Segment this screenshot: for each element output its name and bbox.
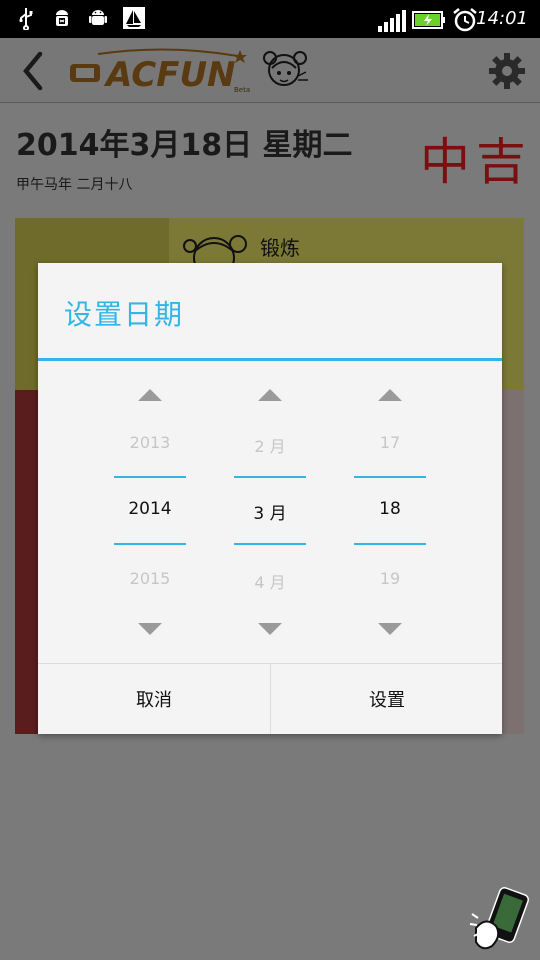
selection-line	[234, 476, 306, 478]
settings-gear-icon[interactable]	[488, 52, 526, 90]
set-button[interactable]: 设置	[271, 664, 503, 734]
fortune-label: 中吉	[420, 133, 532, 191]
year-picker[interactable]: 2013 2014 2015	[114, 361, 186, 661]
date-heading: 2014年3月18日 星期二	[16, 128, 353, 163]
alarm-icon	[453, 8, 477, 32]
logo-sub-text: Beta	[234, 86, 250, 94]
selection-line	[354, 476, 426, 478]
year-current-value[interactable]: 2014	[114, 499, 186, 519]
year-increment-icon[interactable]	[138, 389, 162, 401]
date-picker-dialog: 设置日期 2013 2014 2015 2 月 3 月 4 月 17 18 19…	[38, 263, 502, 734]
card-mascot-image	[183, 235, 247, 268]
selection-line	[234, 543, 306, 545]
day-increment-icon[interactable]	[378, 389, 402, 401]
day-prev-value[interactable]: 17	[354, 433, 426, 452]
selection-line	[114, 476, 186, 478]
clock: 14:01	[476, 8, 528, 29]
month-increment-icon[interactable]	[258, 389, 282, 401]
signal-icon	[378, 10, 406, 32]
battery-charging-icon	[412, 11, 445, 29]
android-debug-icon	[56, 10, 68, 26]
month-current-value[interactable]: 3 月	[234, 499, 306, 524]
month-picker[interactable]: 2 月 3 月 4 月	[234, 361, 306, 661]
mascot-image	[263, 51, 308, 86]
day-picker[interactable]: 17 18 19	[354, 361, 426, 661]
day-next-value[interactable]: 19	[354, 569, 426, 588]
month-prev-value[interactable]: 2 月	[234, 433, 306, 457]
selection-line	[114, 543, 186, 545]
status-bar: 14:01	[0, 0, 540, 38]
year-prev-value[interactable]: 2013	[114, 433, 186, 452]
acfun-logo-graphic: ACFUN Beta	[70, 48, 250, 95]
cancel-button[interactable]: 取消	[38, 664, 270, 734]
card-title: 锻炼	[260, 236, 300, 260]
usb-icon	[19, 8, 33, 30]
month-decrement-icon[interactable]	[258, 623, 282, 635]
day-decrement-icon[interactable]	[378, 623, 402, 635]
month-next-value[interactable]: 4 月	[234, 569, 306, 593]
android-icon	[89, 10, 107, 25]
back-icon[interactable]	[18, 48, 48, 94]
lunar-date: 甲午马年 二月十八	[16, 177, 133, 193]
acfun-logo[interactable]: ACFUN Beta	[68, 46, 252, 95]
day-current-value[interactable]: 18	[354, 499, 426, 519]
dialog-title: 设置日期	[64, 298, 185, 331]
year-decrement-icon[interactable]	[138, 623, 162, 635]
year-next-value[interactable]: 2015	[114, 569, 186, 588]
logo-text: ACFUN	[103, 55, 236, 94]
selection-line	[354, 543, 426, 545]
sailboat-icon	[123, 7, 145, 29]
shake-mascot-icon[interactable]	[468, 884, 534, 956]
